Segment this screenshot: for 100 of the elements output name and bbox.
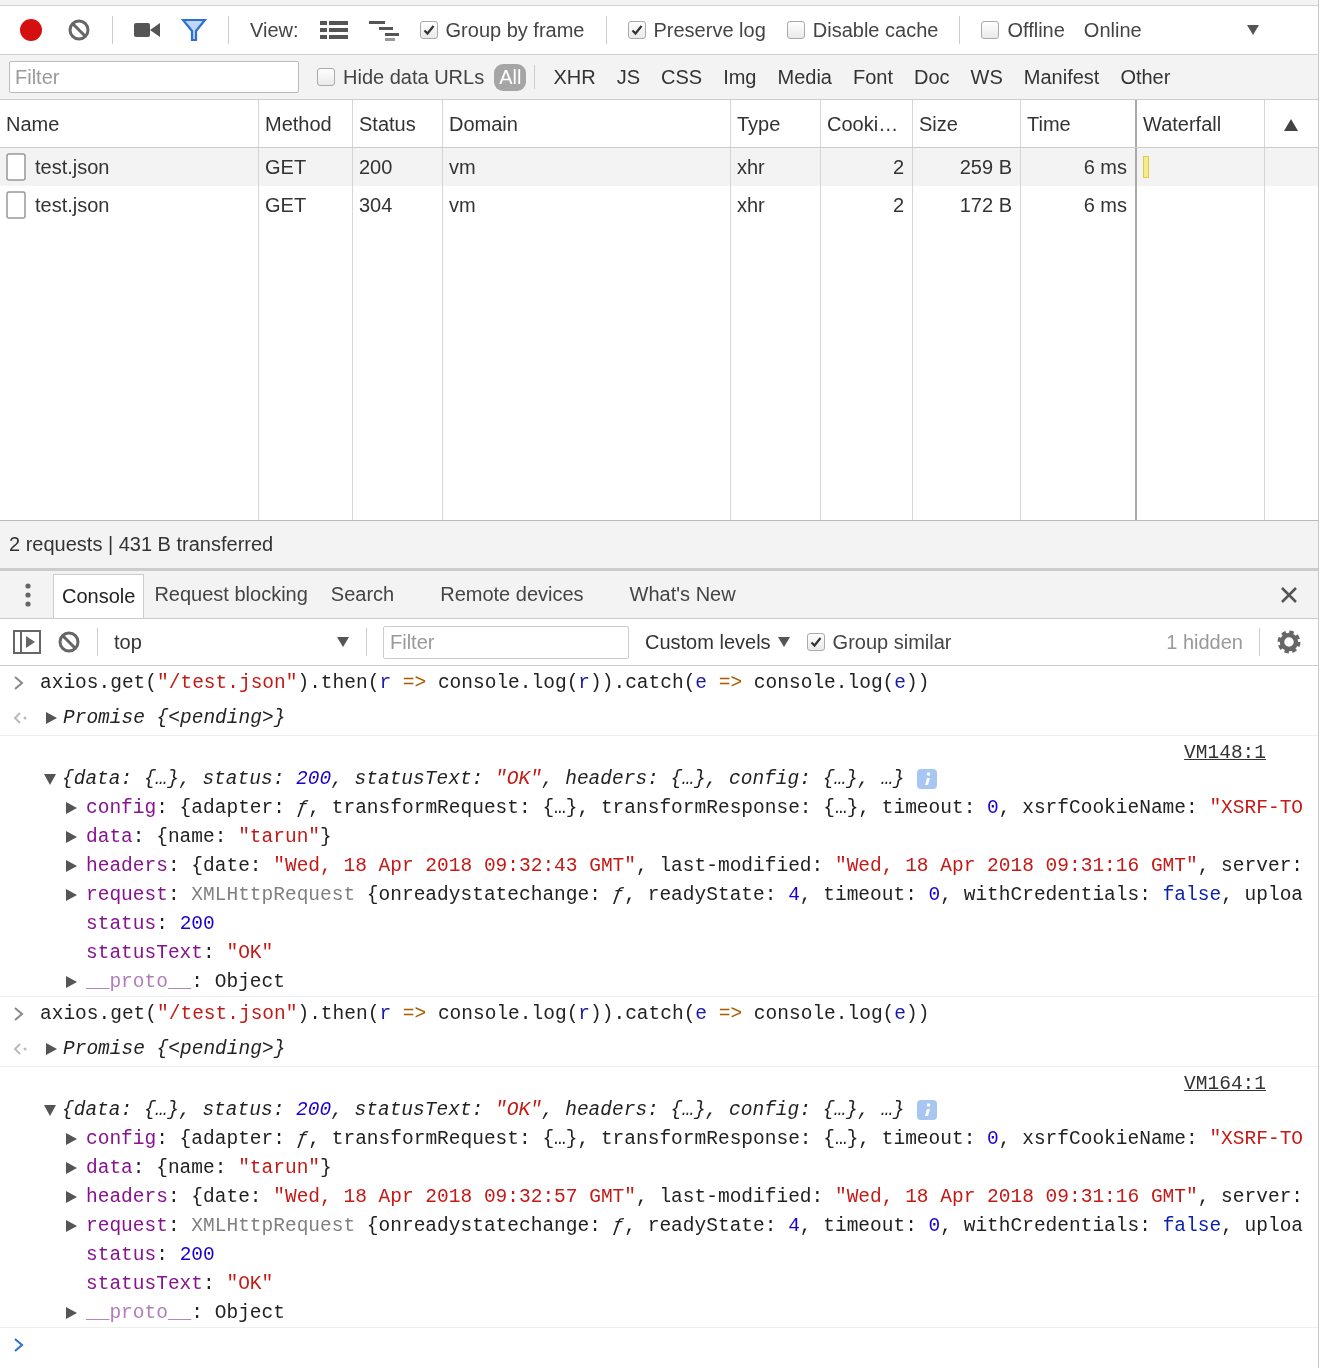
checkbox-label[interactable]: Preserve log bbox=[653, 18, 766, 42]
camera-icon[interactable] bbox=[134, 21, 160, 39]
caret-icon[interactable] bbox=[776, 635, 791, 649]
column-header[interactable]: Type bbox=[731, 100, 821, 147]
request-name[interactable]: test.json bbox=[35, 193, 110, 217]
console-command: axios.get("/test.json").then(r => console.log(r)).catch(e => console.log(e)) bbox=[40, 672, 930, 694]
checkbox[interactable] bbox=[786, 21, 805, 39]
console-command: axios.get("/test.json").then(r => console.log(r)).catch(e => console.log(e)) bbox=[40, 1003, 930, 1025]
column-header[interactable]: Size bbox=[913, 100, 1021, 147]
expand-arrow-icon[interactable] bbox=[65, 1161, 77, 1174]
table-row[interactable]: test.json GET 304 vm xhr 2 172 B 6 ms bbox=[0, 186, 1318, 224]
expand-arrow-icon[interactable] bbox=[65, 1219, 77, 1232]
column-header[interactable]: Cooki… bbox=[821, 100, 913, 147]
throttling-dropdown[interactable]: Online bbox=[1083, 18, 1260, 42]
filter-type-button[interactable]: Img bbox=[718, 63, 762, 91]
expand-arrow-icon[interactable] bbox=[65, 830, 77, 843]
checkbox-label[interactable]: Offline bbox=[1007, 18, 1065, 42]
file-icon bbox=[6, 191, 26, 219]
table-cell: 259 B bbox=[913, 148, 1021, 186]
checkbox[interactable] bbox=[981, 21, 1000, 39]
object-property: statusText: "OK" bbox=[86, 1272, 274, 1295]
sidebar-toggle-icon[interactable] bbox=[13, 630, 41, 654]
column-header[interactable]: Domain bbox=[443, 100, 731, 147]
table-cell: GET bbox=[259, 186, 353, 224]
object-property: status: 200 bbox=[86, 1243, 215, 1266]
drawer-tab[interactable]: Request blocking bbox=[154, 571, 331, 618]
filter-type-button[interactable]: WS bbox=[965, 63, 1008, 91]
prompt-icon[interactable] bbox=[13, 1337, 25, 1353]
object-summary: {data: {…}, status: 200, statusText: "OK", headers: {…}, config: {…}, …} bbox=[62, 1098, 905, 1121]
source-link[interactable]: VM148:1 bbox=[1184, 742, 1266, 764]
prompt-icon bbox=[13, 1006, 25, 1022]
settings-icon[interactable] bbox=[1276, 629, 1302, 655]
table-cell: 2 bbox=[821, 186, 913, 224]
table-cell: GET bbox=[259, 148, 353, 186]
filter-type-button[interactable]: JS bbox=[611, 63, 645, 91]
source-link[interactable]: VM164:1 bbox=[1184, 1073, 1266, 1095]
prompt-icon bbox=[13, 675, 25, 691]
filter-type-button[interactable]: Other bbox=[1115, 63, 1176, 91]
drawer-tab[interactable]: What's New bbox=[629, 571, 759, 618]
filter-field[interactable]: Filter bbox=[9, 61, 299, 93]
expand-arrow-icon[interactable] bbox=[65, 801, 77, 814]
drawer-tab[interactable]: Console bbox=[53, 574, 145, 618]
checkbox[interactable] bbox=[627, 21, 646, 39]
request-name[interactable]: test.json bbox=[35, 155, 110, 179]
expand-arrow-icon[interactable] bbox=[65, 1190, 77, 1203]
expand-arrow-icon[interactable] bbox=[45, 711, 57, 724]
checkbox-label[interactable]: Group by frame bbox=[445, 18, 585, 42]
checkbox-label[interactable]: Group similar bbox=[832, 630, 952, 654]
column-header[interactable]: Waterfall bbox=[1137, 100, 1265, 147]
checkbox[interactable] bbox=[317, 68, 335, 86]
table-cell: 6 ms bbox=[1021, 148, 1137, 186]
expand-arrow-icon[interactable] bbox=[44, 1103, 56, 1116]
filter-type-button[interactable]: Manifest bbox=[1018, 63, 1105, 91]
table-row[interactable]: test.json GET 200 vm xhr 2 259 B 6 ms bbox=[0, 148, 1318, 186]
expand-arrow-icon[interactable] bbox=[65, 888, 77, 901]
table-cell: vm bbox=[443, 186, 731, 224]
summary-text: 2 requests | 431 B transferred bbox=[9, 533, 274, 556]
list-view-icon[interactable] bbox=[319, 19, 348, 41]
sort-arrow-icon[interactable] bbox=[1283, 118, 1298, 131]
object-property: statusText: "OK" bbox=[86, 941, 274, 964]
drawer-tab[interactable]: Remote devices bbox=[440, 571, 630, 618]
clear-icon[interactable] bbox=[57, 630, 81, 654]
checkbox-label[interactable]: Hide data URLs bbox=[343, 65, 485, 89]
expand-arrow-icon[interactable] bbox=[65, 1306, 77, 1319]
expand-arrow-icon[interactable] bbox=[65, 1132, 77, 1145]
checkbox[interactable] bbox=[806, 633, 825, 651]
table-cell: 2 bbox=[821, 148, 913, 186]
expand-arrow-icon[interactable] bbox=[44, 772, 56, 785]
table-cell: 200 bbox=[353, 148, 443, 186]
more-icon[interactable] bbox=[25, 582, 31, 607]
filter-field[interactable]: Filter bbox=[383, 625, 629, 659]
expand-arrow-icon[interactable] bbox=[65, 859, 77, 872]
info-icon bbox=[916, 768, 937, 789]
object-property: request: XMLHttpRequest {onreadystatechange: ƒ, readyState: 4, timeout: 0, withCredentials: false, uploa bbox=[86, 883, 1304, 906]
checkbox[interactable] bbox=[419, 21, 438, 39]
filter-type-button[interactable]: Doc bbox=[909, 63, 955, 91]
table-cell: 304 bbox=[353, 186, 443, 224]
caret-icon[interactable] bbox=[1245, 23, 1260, 37]
filter-type-button[interactable]: CSS bbox=[656, 63, 708, 91]
filter-type-button[interactable]: Media bbox=[772, 63, 837, 91]
expand-arrow-icon[interactable] bbox=[65, 975, 77, 988]
waterfall-view-icon[interactable] bbox=[368, 19, 399, 41]
filter-type-button[interactable]: Font bbox=[847, 63, 898, 91]
object-property: headers: {date: "Wed, 18 Apr 2018 09:32:43 GMT", last-modified: "Wed, 18 Apr 2018 09:31:16 GMT", server: bbox=[86, 854, 1304, 877]
filter-icon[interactable] bbox=[181, 18, 207, 42]
context-dropdown[interactable]: top bbox=[114, 630, 350, 654]
levels-dropdown[interactable]: Custom levels bbox=[645, 630, 791, 654]
drawer-tab[interactable]: Search bbox=[330, 571, 441, 618]
table-cell: vm bbox=[443, 148, 731, 186]
column-header[interactable]: Method bbox=[259, 100, 353, 147]
expand-arrow-icon[interactable] bbox=[45, 1042, 57, 1055]
info-icon bbox=[916, 1099, 937, 1120]
filter-type-button[interactable]: XHR bbox=[548, 63, 601, 91]
checkbox-label[interactable]: Disable cache bbox=[812, 18, 939, 42]
close-icon[interactable] bbox=[1280, 585, 1298, 604]
clear-icon[interactable] bbox=[67, 18, 91, 42]
column-header[interactable]: Status bbox=[353, 100, 443, 147]
column-header[interactable]: Name bbox=[0, 100, 259, 147]
table-cell: xhr bbox=[731, 186, 821, 224]
caret-icon[interactable] bbox=[336, 635, 350, 649]
